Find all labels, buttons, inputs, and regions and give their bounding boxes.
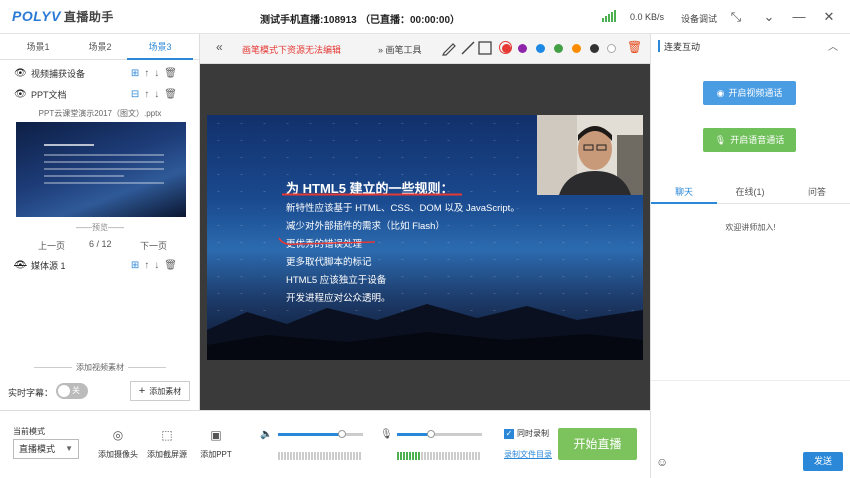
- minimize-button[interactable]: —: [788, 6, 810, 28]
- color-black[interactable]: [590, 44, 599, 53]
- pen-icon[interactable]: [441, 40, 457, 56]
- source-controls[interactable]: ⊟↑↓🗑: [131, 85, 182, 105]
- tab-scene-3[interactable]: 场景3: [127, 34, 193, 60]
- mic-icon: 🎙: [714, 135, 727, 145]
- ppt-filename: PPT云课堂演示2017（图文）.pptx: [38, 109, 162, 118]
- speaker-volume-fill: [278, 433, 342, 436]
- color-green[interactable]: [554, 44, 563, 53]
- source-row-ppt[interactable]: 👁 PPT文档 ⊟↑↓🗑: [0, 85, 200, 105]
- collapse-left-icon[interactable]: «: [216, 40, 223, 54]
- chevron-down-icon[interactable]: ⌄: [758, 6, 780, 28]
- network-speed: 0.0 KB/s: [630, 12, 665, 22]
- plus-icon: +: [138, 385, 146, 397]
- tab-scene-1[interactable]: 场景1: [5, 34, 71, 60]
- screenshot-icon: ⬚: [161, 428, 173, 442]
- add-camera-button[interactable]: ◎ 添加摄像头: [93, 428, 143, 460]
- video-call-button[interactable]: ◉ 开启视频通话: [703, 81, 796, 105]
- subtitle-label: 实时字幕：: [8, 388, 54, 398]
- camera-icon: ◉: [716, 88, 725, 98]
- mic-volume-knob[interactable]: [427, 430, 435, 438]
- slide-bullet: 更多取代脚本的标记: [286, 257, 372, 268]
- close-button[interactable]: ✕: [818, 6, 840, 28]
- ppt-icon: ▣: [210, 428, 222, 442]
- add-icon: ⊞: [130, 260, 145, 271]
- interaction-header: 连麦互动: [664, 42, 701, 52]
- chevron-down-icon: ▼: [65, 444, 73, 453]
- add-screen-button[interactable]: ⬚ 添加截屏源: [142, 428, 192, 460]
- slide-bullet: 开发进程应对公众透明。: [286, 293, 391, 304]
- mic-icon: 🎙: [380, 429, 393, 440]
- slide-bullet: 新特性应该基于 HTML、CSS、DOM 以及 JavaScript。: [286, 203, 520, 214]
- slide-bullet: HTML5 应该独立于设备: [286, 275, 387, 286]
- source-controls[interactable]: ⊞↑↓🗑: [131, 64, 182, 84]
- scene-tabs: 场景1 场景2 场景3: [0, 34, 200, 60]
- tab-scene-2[interactable]: 场景2: [67, 34, 133, 60]
- signal-icon: [602, 10, 616, 22]
- mic-volume-fill: [397, 433, 431, 436]
- live-channel-title: 测试手机直播:108913: [260, 15, 357, 26]
- mode-select[interactable]: 直播模式 ▼: [13, 439, 79, 459]
- welcome-message: 欢迎讲师加入!: [725, 223, 776, 232]
- tab-qa[interactable]: 问答: [784, 180, 850, 204]
- device-test-button[interactable]: 设备调试: [681, 12, 717, 25]
- color-red[interactable]: [502, 44, 511, 53]
- add-icon: ⊞: [130, 68, 145, 79]
- color-purple[interactable]: [518, 44, 527, 53]
- subtitle-toggle[interactable]: 关: [56, 383, 88, 399]
- trash-icon[interactable]: 🗑: [627, 40, 642, 54]
- ppt-thumbnail[interactable]: [16, 122, 186, 217]
- chat-tabs: 聊天 在线(1) 问答: [651, 180, 850, 204]
- tab-online[interactable]: 在线(1): [717, 180, 783, 204]
- chevron-up-icon[interactable]: ︿: [828, 38, 838, 53]
- pen-annotation: [282, 193, 462, 196]
- add-material-button[interactable]: + 添加素材: [130, 381, 190, 401]
- speaker-volume-knob[interactable]: [338, 430, 346, 438]
- eye-icon[interactable]: 👁: [14, 85, 27, 105]
- voice-call-button[interactable]: 🎙 开启语音通话: [703, 128, 796, 152]
- pen-annotation: [278, 237, 376, 246]
- slide-bullet: 减少对外部插件的需求（比如 Flash）: [286, 221, 445, 232]
- collapse-icon: ⊟: [130, 89, 145, 100]
- source-controls[interactable]: ⊞↑↓🗑: [131, 256, 182, 276]
- start-live-button[interactable]: 开始直播: [558, 428, 637, 460]
- speaker-icon: 🔈: [260, 429, 273, 440]
- app-logo: POLYV 直播助手: [12, 8, 114, 24]
- mic-level-meter: [397, 452, 481, 460]
- mode-label: 当前模式: [13, 427, 45, 436]
- rectangle-icon[interactable]: [477, 40, 493, 56]
- color-orange[interactable]: [572, 44, 581, 53]
- add-ppt-button[interactable]: ▣ 添加PPT: [191, 428, 241, 460]
- header-accent: [658, 40, 660, 52]
- eye-hidden-icon[interactable]: 👁: [14, 256, 27, 276]
- add-video-source-link[interactable]: 添加视频素材: [0, 362, 200, 373]
- shrink-icon[interactable]: ⤡: [725, 6, 747, 28]
- edit-warning: 画笔模式下资源无法编辑: [242, 45, 342, 55]
- sync-record-checkbox[interactable]: ✓ 同时录制: [504, 428, 549, 439]
- preview-label: ——预览——: [76, 223, 124, 232]
- line-icon[interactable]: [460, 40, 476, 56]
- record-dir-link[interactable]: 录制文件目录: [504, 449, 552, 460]
- live-timer: （已直播：00:00:00）: [360, 15, 461, 26]
- page-indicator: 6 / 12: [89, 239, 112, 249]
- webcam-icon: ◎: [112, 428, 124, 442]
- camera-feed[interactable]: [537, 115, 643, 195]
- source-row-media[interactable]: 👁 媒体源 1 ⊞↑↓🗑: [0, 256, 200, 276]
- next-page-button[interactable]: 下一页: [140, 239, 167, 252]
- emoji-icon[interactable]: ☺: [656, 455, 668, 469]
- pen-tools-toggle[interactable]: » 画笔工具: [378, 43, 422, 56]
- color-white[interactable]: [607, 44, 616, 53]
- eye-icon[interactable]: 👁: [14, 64, 27, 84]
- color-blue[interactable]: [536, 44, 545, 53]
- send-button[interactable]: 发送: [803, 452, 843, 471]
- speaker-level-meter: [278, 452, 362, 460]
- prev-page-button[interactable]: 上一页: [38, 239, 65, 252]
- tab-chat[interactable]: 聊天: [651, 180, 717, 204]
- source-row-video-capture[interactable]: 👁 视频捕获设备 ⊞↑↓🗑: [0, 64, 200, 84]
